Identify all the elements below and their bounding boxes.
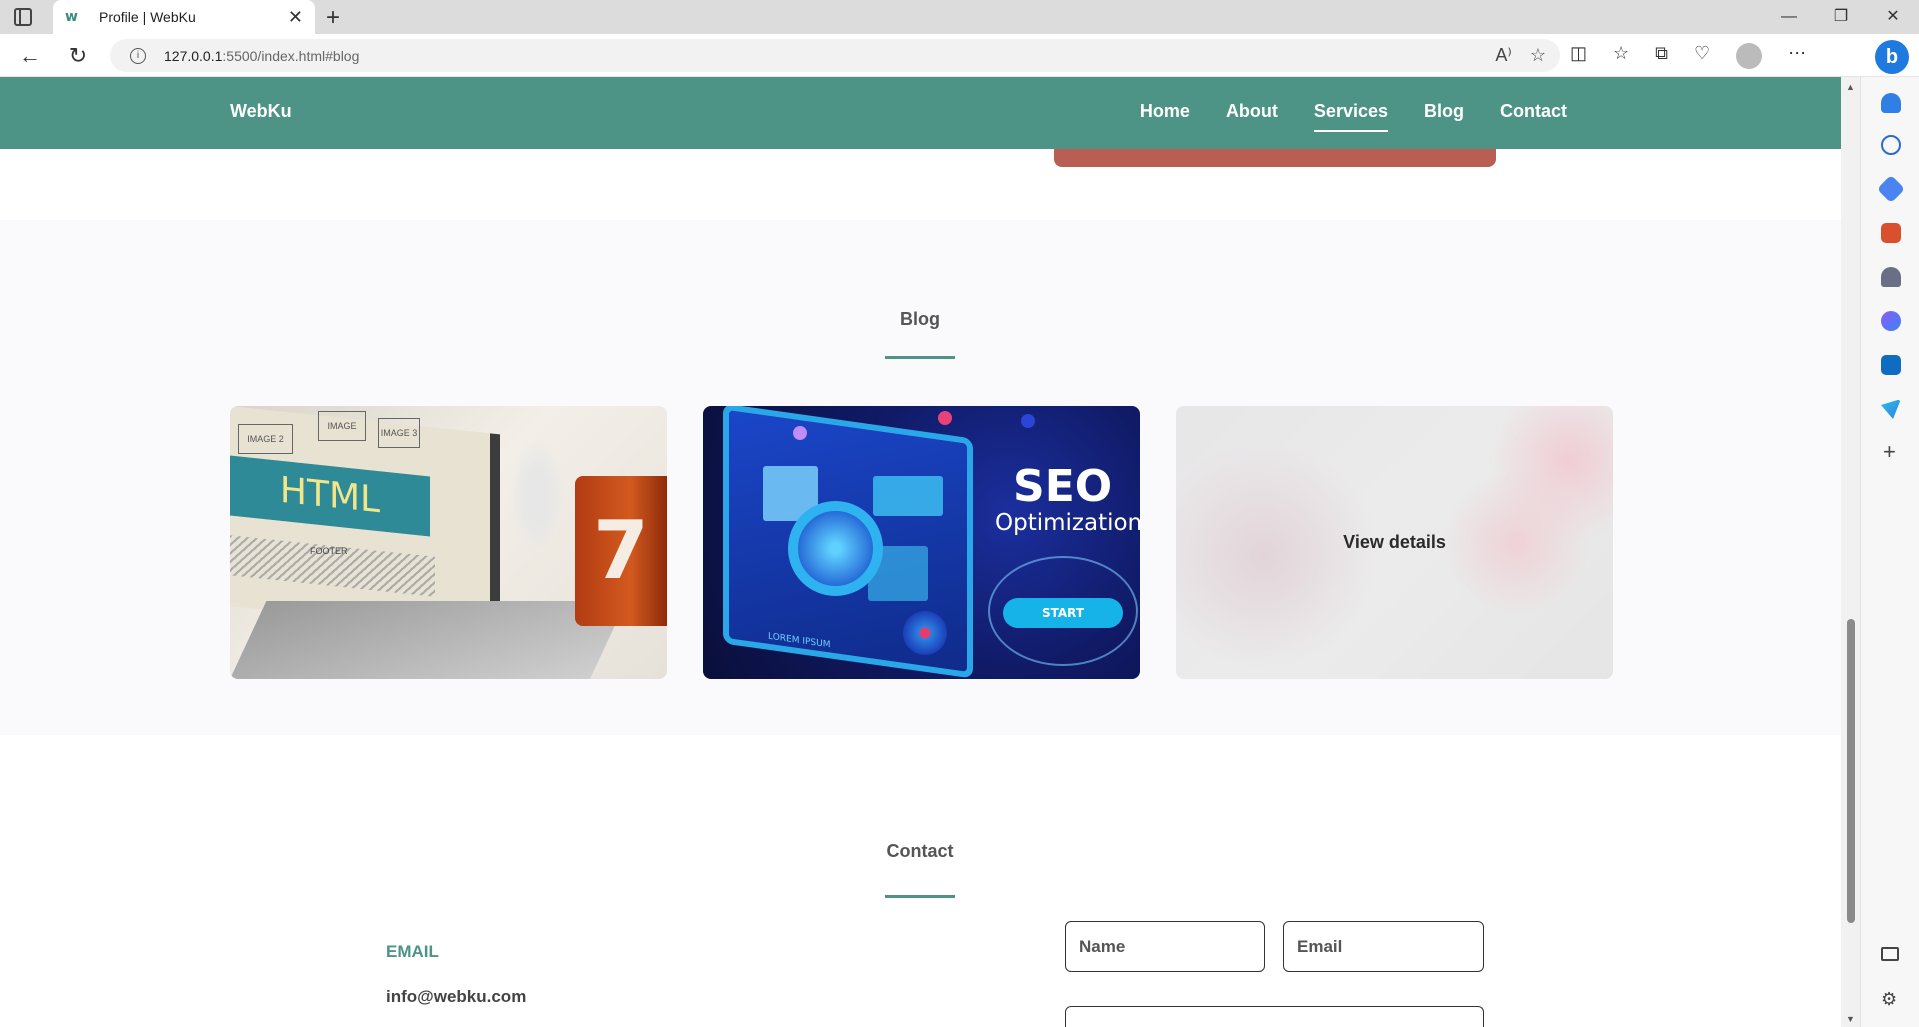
more-menu-icon[interactable]: ⋯ (1788, 43, 1806, 69)
tab-actions-icon[interactable] (14, 8, 32, 26)
seo-panel (873, 476, 943, 516)
blog-card-blurred[interactable]: View details (1176, 406, 1613, 679)
nav-blog[interactable]: Blog (1424, 101, 1464, 132)
seo-headline: SEO (1013, 461, 1113, 512)
scroll-up-icon[interactable]: ▲ (1846, 82, 1855, 92)
browser-tab[interactable]: w Profile | WebKu ✕ (53, 0, 315, 34)
url-field[interactable]: i 127.0.0.1:5500/index.html#blog A⁾ ☆ (110, 39, 1560, 72)
send-icon[interactable] (1881, 399, 1901, 419)
url-host: 127.0.0.1 (164, 47, 223, 64)
outlook-icon[interactable] (1881, 355, 1901, 375)
page-viewport: WebKu Home About Services Blog Contact B… (0, 77, 1841, 1027)
email-input[interactable] (1283, 921, 1484, 972)
magnifier-icon (788, 501, 883, 596)
notification-bell-icon[interactable] (1881, 93, 1901, 113)
name-input[interactable] (1065, 921, 1265, 972)
restore-icon[interactable]: ❐ (1815, 0, 1867, 34)
profile-avatar[interactable] (1736, 43, 1763, 69)
decor-dot (938, 411, 952, 425)
nav-home[interactable]: Home (1140, 101, 1190, 132)
tab-title: Profile | WebKu (99, 9, 196, 25)
read-aloud-icon[interactable]: A⁾ (1495, 45, 1511, 66)
nav-contact[interactable]: Contact (1500, 101, 1567, 132)
figurine (510, 436, 565, 556)
scroll-down-icon[interactable]: ▼ (1846, 1014, 1855, 1024)
view-details-label[interactable]: View details (1343, 532, 1446, 553)
browser-essentials-icon[interactable]: ♡ (1694, 43, 1710, 69)
favorite-star-icon[interactable]: ☆ (1530, 45, 1546, 66)
m365-icon[interactable] (1881, 311, 1901, 331)
back-icon[interactable]: ← (15, 42, 45, 70)
url-path: :5500/index.html#blog (222, 47, 360, 64)
sketch-image-3: IMAGE 3 (378, 418, 420, 448)
browser-toolbar: ◫ ☆ ⧉ ♡ ⋯ (1570, 43, 1806, 69)
brand-logo[interactable]: WebKu (230, 101, 292, 122)
laptop-keyboard (230, 601, 627, 679)
card-overlay: View details (1176, 406, 1613, 679)
blog-card-html[interactable]: IMAGE 2 IMAGE IMAGE 3 HTML FOOTER 7 (230, 406, 667, 679)
mug-number: 7 (575, 476, 667, 626)
split-screen-icon[interactable]: ◫ (1570, 43, 1587, 69)
message-textarea[interactable] (1065, 1006, 1484, 1027)
webku-favicon-icon: w (65, 9, 78, 25)
contact-title: Contact (886, 841, 954, 861)
tools-icon[interactable] (1881, 223, 1901, 243)
reload-icon[interactable]: ↻ (63, 42, 93, 70)
blog-title-underline (885, 356, 955, 359)
scroll-thumb[interactable] (1847, 619, 1855, 923)
minimize-icon[interactable]: — (1763, 0, 1815, 34)
email-value: info@webku.com (386, 987, 527, 1006)
games-icon[interactable] (1881, 267, 1901, 287)
browser-tab-bar: w Profile | WebKu ✕ + — ❐ ✕ (0, 0, 1919, 34)
edge-sidebar: + ⚙ (1860, 77, 1919, 1027)
collections-icon[interactable]: ⧉ (1655, 43, 1668, 69)
nav-services[interactable]: Services (1313, 101, 1389, 132)
url-actions: A⁾ ☆ (1495, 45, 1546, 66)
sidebar-toggle-icon[interactable] (1881, 947, 1899, 961)
window-close-icon[interactable]: ✕ (1867, 0, 1919, 34)
blog-title: Blog (900, 309, 940, 329)
email-label: EMAIL (386, 942, 439, 961)
site-header: WebKu Home About Services Blog Contact (0, 77, 1841, 149)
seo-subline: Optimization (995, 510, 1140, 536)
new-tab-icon[interactable]: + (326, 4, 340, 32)
nav-about[interactable]: About (1226, 101, 1278, 132)
settings-gear-icon[interactable]: ⚙ (1881, 989, 1897, 1010)
decor-dot (793, 426, 807, 440)
footer-sketch-label: FOOTER (310, 546, 348, 556)
copilot-icon[interactable]: b (1875, 40, 1909, 74)
info-icon[interactable]: i (130, 47, 146, 64)
blog-card-seo[interactable]: SEO Optimization START LOREM IPSUM (703, 406, 1140, 679)
site-nav: Home About Services Blog Contact (1140, 101, 1567, 132)
seo-start-button: START (1003, 598, 1123, 628)
sketch-image: IMAGE (318, 411, 366, 441)
add-sidebar-icon[interactable]: + (1883, 439, 1896, 465)
blog-section: Blog IMAGE 2 IMAGE IMAGE 3 HTML FOOTER 7 (0, 220, 1841, 735)
favorites-icon[interactable]: ☆ (1613, 43, 1629, 69)
page-scrollbar[interactable]: ▲ ▼ (1841, 77, 1860, 1027)
target-icon (903, 611, 947, 655)
window-controls: — ❐ ✕ (1763, 0, 1919, 34)
shopping-tag-icon[interactable] (1876, 174, 1906, 204)
contact-title-underline (885, 895, 955, 898)
tab-close-icon[interactable]: ✕ (288, 7, 303, 28)
search-icon[interactable] (1881, 135, 1901, 155)
sketch-image-2: IMAGE 2 (238, 424, 293, 454)
decor-dot (1021, 414, 1035, 428)
